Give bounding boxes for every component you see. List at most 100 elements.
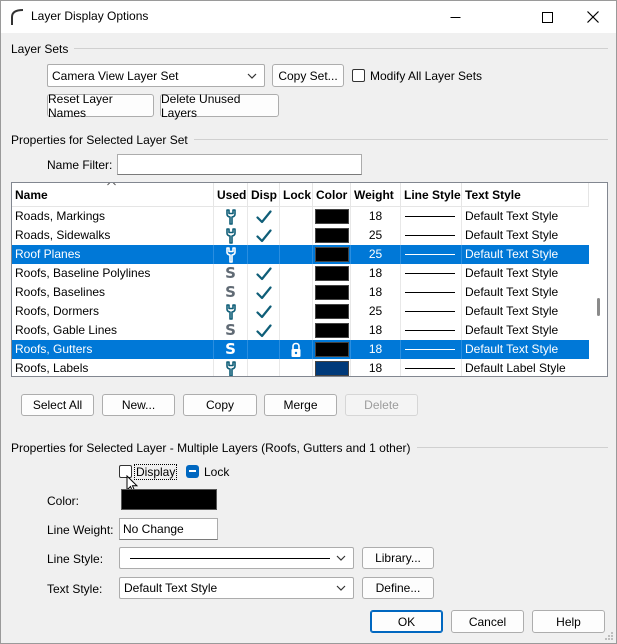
used-wrench-icon[interactable] <box>214 359 247 376</box>
color-swatch[interactable] <box>315 285 349 300</box>
cell-weight: 18 <box>351 359 401 376</box>
cell-lock[interactable] <box>280 359 313 376</box>
column-header-name[interactable]: Name <box>12 183 214 207</box>
delete-layer-button[interactable]: Delete <box>345 394 418 416</box>
table-row[interactable]: Roofs, Dormers 25 Default Text Style <box>12 302 589 321</box>
copy-layer-button[interactable]: Copy <box>183 394 257 416</box>
cell-display[interactable] <box>248 264 280 283</box>
cell-display[interactable] <box>248 283 280 302</box>
lock-icon[interactable] <box>280 340 312 359</box>
name-filter-input[interactable] <box>117 154 362 175</box>
checkmark-icon[interactable] <box>248 207 279 226</box>
cell-text-style: Default Text Style <box>465 247 559 261</box>
checkmark-icon[interactable] <box>248 321 279 340</box>
vertical-scrollbar[interactable] <box>589 183 607 376</box>
checkmark-icon[interactable] <box>248 226 279 245</box>
used-wrench-icon[interactable] <box>214 226 247 245</box>
used-s-icon[interactable]: S <box>214 340 247 359</box>
column-header-color[interactable]: Color <box>313 183 351 207</box>
used-s-icon[interactable]: S <box>214 321 247 340</box>
cell-layer-name: Roofs, Gable Lines <box>12 321 214 340</box>
cell-display[interactable] <box>248 207 280 226</box>
color-swatch[interactable] <box>315 209 349 224</box>
modify-all-checkbox[interactable] <box>352 69 365 82</box>
column-header-weight[interactable]: Weight <box>351 183 401 207</box>
display-label: Display <box>133 464 178 480</box>
cell-weight: 18 <box>351 321 401 340</box>
color-swatch[interactable] <box>315 247 349 262</box>
table-row[interactable]: Roofs, Labels 18 Default Label Style <box>12 359 589 376</box>
cell-line-style <box>401 340 462 359</box>
cell-display[interactable] <box>248 359 280 376</box>
table-row[interactable]: Roofs, Gable Lines S 18 Default Text Style <box>12 321 589 340</box>
cell-lock[interactable] <box>280 340 313 359</box>
color-swatch[interactable] <box>315 266 349 281</box>
color-swatch[interactable] <box>315 361 349 376</box>
line-style-select[interactable] <box>119 547 354 569</box>
column-header-line-style[interactable]: Line Style <box>401 183 462 207</box>
color-swatch[interactable] <box>315 228 349 243</box>
checkmark-icon[interactable] <box>248 283 279 302</box>
used-s-icon[interactable]: S <box>214 283 247 302</box>
column-header-disp[interactable]: Disp <box>248 183 280 207</box>
layer-color-swatch[interactable] <box>121 489 217 510</box>
reset-layer-names-button[interactable]: Reset Layer Names <box>47 92 154 120</box>
layer-set-select[interactable]: Camera View Layer Set <box>47 64 265 87</box>
cell-display[interactable] <box>248 226 280 245</box>
checkmark-icon[interactable] <box>248 264 279 283</box>
merge-layers-button[interactable]: Merge <box>264 394 337 416</box>
cell-lock[interactable] <box>280 264 313 283</box>
used-s-icon[interactable]: S <box>214 264 247 283</box>
new-layer-button[interactable]: New... <box>102 394 175 416</box>
ok-button[interactable]: OK <box>370 610 443 633</box>
scrollbar-thumb[interactable] <box>597 298 600 316</box>
define-button[interactable]: Define... <box>362 577 434 599</box>
table-row[interactable]: Roads, Markings 18 Default Text Style <box>12 207 589 226</box>
delete-unused-layers-button[interactable]: Delete Unused Layers <box>160 92 279 120</box>
used-wrench-icon[interactable] <box>214 302 247 321</box>
cell-lock[interactable] <box>280 302 313 321</box>
line-weight-input[interactable]: No Change <box>119 518 218 540</box>
cell-display[interactable] <box>248 245 280 264</box>
color-swatch[interactable] <box>315 342 349 357</box>
cell-lock[interactable] <box>280 226 313 245</box>
cell-display[interactable] <box>248 302 280 321</box>
table-row[interactable]: Roofs, Baselines S 18 Default Text Style <box>12 283 589 302</box>
cell-lock[interactable] <box>280 207 313 226</box>
column-header-text-style[interactable]: Text Style <box>462 183 589 207</box>
color-swatch[interactable] <box>315 323 349 338</box>
table-row[interactable]: Roof Planes 25 Default Text Style <box>12 245 589 264</box>
table-row[interactable]: Roofs, Baseline Polylines S 18 Default Text… <box>12 264 589 283</box>
checkmark-icon[interactable] <box>248 302 279 321</box>
maximize-button[interactable] <box>524 1 570 33</box>
color-swatch[interactable] <box>315 304 349 319</box>
text-style-select[interactable]: Default Text Style <box>119 577 354 599</box>
cell-display[interactable] <box>248 340 280 359</box>
column-header-used[interactable]: Used <box>214 183 248 207</box>
table-row[interactable]: Roads, Sidewalks 25 Default Text Style <box>12 226 589 245</box>
properties-set-label: Properties for Selected Layer Set <box>11 133 194 147</box>
cell-lock[interactable] <box>280 321 313 340</box>
cell-color <box>313 226 351 245</box>
resize-grip-icon[interactable] <box>604 631 614 641</box>
help-button[interactable]: Help <box>532 610 605 633</box>
cell-lock[interactable] <box>280 283 313 302</box>
library-button[interactable]: Library... <box>362 547 434 569</box>
lock-label: Lock <box>204 465 230 479</box>
used-wrench-icon[interactable] <box>214 207 247 226</box>
copy-set-button[interactable]: Copy Set... <box>272 64 344 87</box>
layer-display-options-dialog: Layer Display Options Layer Sets Camera … <box>0 0 617 644</box>
table-row[interactable]: Roofs, Gutters S 18 Default Text Style <box>12 340 589 359</box>
cancel-button[interactable]: Cancel <box>451 610 524 633</box>
line-style-sample <box>405 330 455 331</box>
select-all-button[interactable]: Select All <box>21 394 94 416</box>
lock-checkbox-indeterminate[interactable] <box>186 465 199 478</box>
line-style-label: Line Style: <box>47 552 104 566</box>
modify-all-label: Modify All Layer Sets <box>370 69 483 83</box>
cell-lock[interactable] <box>280 245 313 264</box>
used-wrench-icon[interactable] <box>214 245 247 264</box>
cell-display[interactable] <box>248 321 280 340</box>
close-button[interactable] <box>570 1 616 33</box>
column-header-lock[interactable]: Lock <box>280 183 313 207</box>
minimize-button[interactable] <box>432 1 478 33</box>
